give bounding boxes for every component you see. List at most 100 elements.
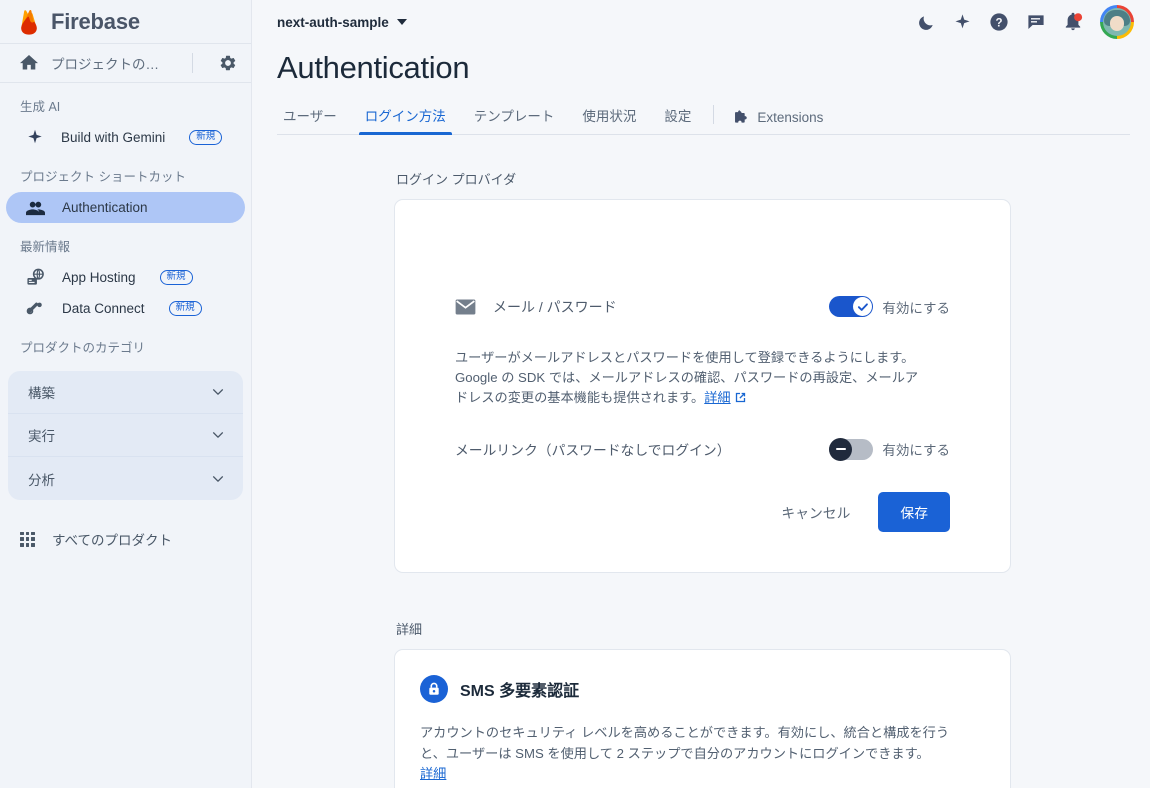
email-description-line-3: ドレスの変更の基本機能も提供されます。 — [455, 390, 705, 406]
firebase-logo[interactable]: Firebase — [0, 0, 251, 43]
sidebar-section-label-whatsnew: 最新情報 — [20, 240, 71, 254]
sidebar-item-data-connect[interactable]: Data Connect 新規 — [6, 293, 245, 324]
tab-settings[interactable]: 設定 — [650, 105, 705, 134]
project-overview-label: プロジェクトの… — [51, 57, 159, 72]
save-button[interactable]: 保存 — [878, 491, 950, 532]
email-link-toggle-group: 有効にする — [829, 437, 950, 461]
sms-learn-more-link[interactable]: 詳細 — [420, 764, 985, 785]
chevron-down-icon — [211, 472, 225, 486]
category-label: 構築 — [28, 386, 55, 401]
sidebar-item-build-with-gemini[interactable]: Build with Gemini 新規 — [6, 122, 245, 153]
dark-mode-icon[interactable] — [917, 13, 936, 32]
tab-divider — [713, 105, 715, 124]
main-area: next-auth-sample ? Authentication ユーザー ロ… — [252, 0, 1150, 788]
tab-bar: ユーザー ログイン方法 テンプレート 使用状況 設定 Extensions — [277, 104, 1130, 135]
people-icon — [26, 198, 45, 217]
app-root: Firebase プロジェクトの… 生成 AI Build with Gemin… — [0, 0, 1150, 788]
email-provider-toggle-group: 有効にする — [829, 296, 950, 317]
sms-mfa-description: アカウントのセキュリティ レベルを高めることができます。有効にし、統合と構成を行… — [420, 723, 985, 785]
email-link-toggle[interactable] — [829, 437, 874, 461]
email-link-provider-row: メールリンク（パスワードなしでログイン） 有効にする — [455, 437, 950, 461]
sidebar-category-build[interactable]: 構築 — [8, 371, 243, 414]
sms-description-line-1: アカウントのセキュリティ レベルを高めることができます。有効にし、統合と構成を行… — [420, 725, 950, 740]
email-description-line-3-wrap: ドレスの変更の基本機能も提供されます。詳細 — [455, 388, 950, 410]
lock-icon — [420, 675, 448, 703]
project-overview-row[interactable]: プロジェクトの… — [0, 44, 251, 82]
email-link-provider-name: メールリンク（パスワードなしでログイン） — [455, 443, 731, 459]
toggle-knob-checked — [853, 297, 873, 316]
sidebar-section-label-genai: 生成 AI — [20, 100, 61, 114]
email-provider-toggle[interactable] — [829, 296, 874, 317]
sidebar-category-run[interactable]: 実行 — [8, 414, 243, 457]
svg-text:?: ? — [995, 17, 1002, 29]
top-bar: next-auth-sample ? — [252, 0, 1150, 44]
new-badge: 新規 — [168, 300, 202, 317]
user-avatar[interactable] — [1100, 5, 1134, 39]
email-provider-identity: メール / パスワード — [455, 297, 829, 317]
avatar-image — [1103, 8, 1131, 36]
new-badge: 新規 — [159, 269, 193, 286]
form-actions: キャンセル 保存 — [455, 491, 950, 532]
sms-mfa-title: SMS 多要素認証 — [460, 683, 580, 700]
new-badge: 新規 — [189, 129, 223, 146]
sidebar-section-label-shortcuts: プロジェクト ショートカット — [20, 170, 186, 184]
app-hosting-icon — [26, 268, 45, 287]
home-icon — [20, 54, 38, 72]
envelope-icon — [455, 298, 476, 315]
sidebar-section-label-categories: プロダクトのカテゴリ — [20, 341, 146, 355]
sparkle-icon — [26, 129, 44, 147]
cancel-button[interactable]: キャンセル — [767, 493, 864, 531]
brand-name: Firebase — [51, 8, 140, 34]
tab-sign-in-method[interactable]: ログイン方法 — [351, 105, 460, 135]
notifications-icon[interactable] — [1063, 12, 1083, 32]
sidebar-vertical-divider — [192, 53, 193, 73]
sign-in-providers-card: メール / パスワード 有効にする ユーザーがメールアドレスとパスワードを使用し… — [394, 199, 1011, 573]
tab-extensions-label: Extensions — [757, 110, 824, 125]
email-provider-name: メール / パスワード — [493, 298, 617, 315]
tab-extensions[interactable]: Extensions — [720, 110, 837, 134]
apps-grid-icon — [20, 531, 35, 547]
category-label: 分析 — [28, 472, 55, 488]
page-content: ログイン プロバイダ メール / パスワード 有効にする ユーザーがメールアドレ… — [252, 135, 1150, 788]
details-section-heading: 詳細 — [396, 622, 423, 637]
sidebar-item-app-hosting[interactable]: App Hosting 新規 — [6, 262, 245, 293]
sidebar-item-label: Build with Gemini — [61, 130, 166, 145]
project-selector-label: next-auth-sample — [277, 14, 389, 30]
chevron-down-icon — [211, 385, 225, 399]
toggle-knob-unchecked — [829, 437, 853, 461]
all-products-label: すべてのプロダクト — [52, 533, 173, 548]
sidebar-category-group: 構築 実行 分析 — [8, 371, 243, 500]
chevron-down-icon — [396, 19, 407, 25]
gemini-sparkle-icon[interactable] — [953, 13, 972, 32]
sidebar-category-analytics[interactable]: 分析 — [8, 457, 243, 500]
providers-section-heading: ログイン プロバイダ — [396, 172, 517, 187]
email-provider-toggle-label: 有効にする — [882, 300, 950, 316]
chevron-down-icon — [211, 428, 225, 442]
data-connect-icon — [26, 299, 45, 318]
category-label: 実行 — [28, 429, 55, 444]
firebase-flame-icon — [18, 9, 40, 35]
content-column: ログイン プロバイダ メール / パスワード 有効にする ユーザーがメールアドレ… — [394, 169, 1011, 788]
sms-mfa-header: SMS 多要素認証 — [420, 675, 985, 703]
email-password-provider-row: メール / パスワード 有効にする — [455, 200, 950, 317]
email-description-line-2: Google の SDK では、メールアドレスの確認、パスワードの再設定、メール… — [455, 370, 919, 386]
gear-icon[interactable] — [219, 54, 237, 72]
sms-mfa-card: SMS 多要素認証 アカウントのセキュリティ レベルを高めることができます。有効… — [394, 649, 1011, 788]
sidebar-item-authentication[interactable]: Authentication — [6, 192, 245, 223]
tab-templates[interactable]: テンプレート — [460, 105, 569, 134]
help-icon[interactable]: ? — [989, 12, 1009, 32]
email-description-line-1: ユーザーがメールアドレスとパスワードを使用して登録できるようにします。 — [455, 350, 915, 365]
project-selector[interactable]: next-auth-sample — [277, 15, 407, 30]
email-provider-description: ユーザーがメールアドレスとパスワードを使用して登録できるようにします。 Goog… — [455, 348, 950, 411]
sidebar-item-label: Authentication — [62, 200, 148, 215]
topbar-icon-group: ? — [917, 5, 1134, 39]
sms-description-line-2: と、ユーザーは SMS を使用して 2 ステップで自分のアカウントにログインでき… — [420, 745, 930, 761]
email-learn-more-link[interactable]: 詳細 — [704, 390, 730, 405]
sidebar-item-label: Data Connect — [62, 301, 145, 316]
external-link-icon — [734, 390, 747, 410]
sidebar-item-label: App Hosting — [62, 270, 136, 285]
sidebar-item-all-products[interactable]: すべてのプロダクト — [0, 522, 251, 556]
tab-users[interactable]: ユーザー — [277, 105, 351, 134]
feedback-icon[interactable] — [1026, 12, 1046, 32]
tab-usage[interactable]: 使用状況 — [568, 105, 650, 134]
